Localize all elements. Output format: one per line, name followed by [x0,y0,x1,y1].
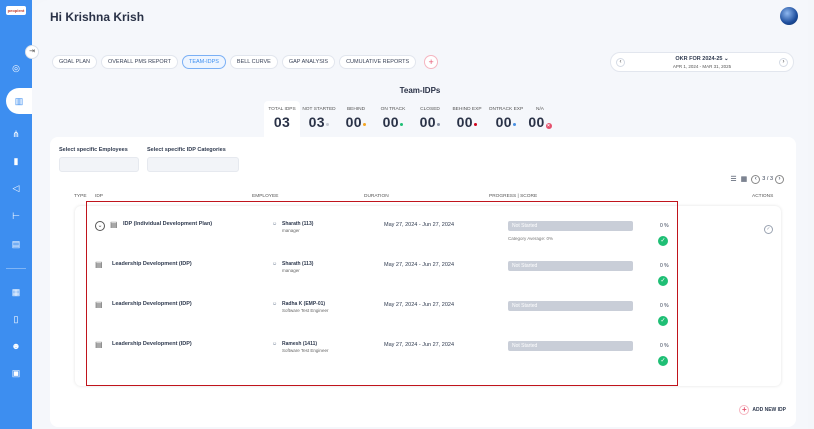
table-row[interactable]: ▤ Leadership Development (IDP) ☺ Sharath… [75,249,781,289]
page-indicator: 3 / 3 [762,176,773,182]
stat-na[interactable]: N/A 00 × [526,101,554,137]
nav-divider [6,268,26,269]
stat-total-idps[interactable]: TOTAL IDPS 03 [264,101,300,137]
next-page-button[interactable]: › [775,174,784,184]
document-icon: ▤ [110,220,118,229]
user-icon: ☺ [272,341,278,347]
add-new-idp-button[interactable]: + ADD NEW IDP [739,405,786,415]
action-check-icon[interactable]: ✓ [764,225,773,234]
col-duration: DURATION [364,194,389,199]
chevron-down-icon[interactable]: ⌄ [95,221,105,231]
section-title: Team-IDPs [399,86,441,95]
employees-filter-input[interactable] [59,157,139,172]
idp-panel: Select specific Employees Select specifi… [50,137,796,427]
progress-bar: Not Started [508,261,633,271]
tab-overall-pms-report[interactable]: OVERALL PMS REPORT [100,55,178,69]
stat-closed[interactable]: CLOSED 00 [412,101,448,137]
document-icon: ▤ [95,260,103,269]
stat-on-track[interactable]: ON TRACK 00 [374,101,412,137]
tree-icon[interactable]: ⊢ [10,210,22,222]
check-icon: ✓ [658,236,668,246]
chart-icon[interactable]: ▦ [10,286,22,298]
okr-range: APR 1, 2024 - MAR 31, 2025 [672,64,732,69]
nav-item-performance[interactable]: ▥ [6,88,34,114]
categories-filter-label: Select specific IDP Categories [147,147,226,153]
document-icon: ▤ [95,340,103,349]
table-header: TYPE IDP EMPLOYEE DURATION PROGRESS | SC… [50,194,796,202]
tab-cumulative-reports[interactable]: CUMULATIVE REPORTS [339,55,417,69]
report-tabs: GOAL PLAN OVERALL PMS REPORT TEAM-IDPS B… [52,55,439,69]
col-actions: ACTIONS [752,194,774,199]
main-area: Hi Krishna Krish GOAL PLAN OVERALL PMS R… [25,0,808,429]
avatar[interactable] [780,7,798,25]
add-tab-button[interactable]: + [424,55,439,69]
pagination: ‹ 3 / 3 › [751,174,784,184]
collapse-sidebar-button[interactable]: ⇥ [25,45,39,59]
view-controls: ☰ ▦ ‹ 3 / 3 › [730,173,784,185]
team-icon[interactable]: ☻ [10,340,22,352]
okr-title: OKR FOR 2024-25 ⌄ [675,56,729,62]
book-open-icon[interactable]: ▯ [10,313,22,325]
idp-stats: TOTAL IDPS 03 NOT STARTED 03 BEHIND 00 O… [264,101,554,137]
check-icon: ✓ [658,356,668,366]
user-icon: ☺ [272,301,278,307]
left-nav-rail: peoplent ◎ ▥ ⋔ ▮ ◁ ⊢ ▤ ▦ ▯ ☻ ▣ [0,0,34,429]
user-icon: ☺ [272,221,278,227]
megaphone-icon[interactable]: ◁ [10,182,22,194]
list-view-icon[interactable]: ☰ [730,175,736,183]
col-employee: EMPLOYEE [252,194,279,199]
stat-behind[interactable]: BEHIND 00 [338,101,374,137]
tab-bell-curve[interactable]: BELL CURVE [229,55,278,69]
user-icon: ☺ [272,261,278,267]
book-icon[interactable]: ▮ [10,155,22,167]
document-icon[interactable]: ▤ [10,238,22,250]
idp-table-body: ⌄ ▤ IDP (Individual Development Plan) ☺ … [75,206,781,386]
categories-filter-input[interactable] [147,157,239,172]
progress-bar: Not Started [508,221,633,231]
tab-goal-plan[interactable]: GOAL PLAN [52,55,97,69]
stat-not-started[interactable]: NOT STARTED 03 [300,101,338,137]
page-title: Hi Krishna Krish [50,10,145,24]
category-average: Category Average: 0% [508,236,553,241]
tab-gap-analysis[interactable]: GAP ANALYSIS [281,55,336,69]
chevron-right-icon[interactable]: › [779,58,788,67]
stat-ontrack-exp[interactable]: ONTRACK EXP 00 [486,101,526,137]
prev-page-button[interactable]: ‹ [751,174,761,184]
check-icon: ✓ [658,316,668,326]
col-type: TYPE [74,194,87,199]
dashboard-icon[interactable]: ◎ [10,62,22,74]
plus-icon: + [739,405,750,415]
progress-bar: Not Started [508,301,633,311]
building-icon: ▥ [14,96,24,106]
org-chart-icon[interactable]: ⋔ [10,128,22,140]
employees-filter-label: Select specific Employees [59,147,128,153]
brand-logo: peoplent [6,6,26,15]
document-icon: ▤ [95,300,103,309]
okr-period-selector[interactable]: ‹ OKR FOR 2024-25 ⌄ APR 1, 2024 - MAR 31… [610,52,794,72]
check-icon: ✓ [658,276,668,286]
table-row[interactable]: ⌄ ▤ IDP (Individual Development Plan) ☺ … [75,209,781,249]
col-progress: PROGRESS | SCORE [489,194,538,199]
progress-bar: Not Started [508,341,633,351]
tab-team-idps[interactable]: TEAM-IDPS [181,55,226,69]
stat-behind-exp[interactable]: BEHIND EXP 00 [448,101,486,137]
grid-view-icon[interactable]: ▦ [741,175,748,183]
table-row[interactable]: ▤ Leadership Development (IDP) ☺ Radha K… [75,289,781,329]
close-icon: × [545,123,552,129]
table-row[interactable]: ▤ Leadership Development (IDP) ☺ Ramesh … [75,329,781,369]
report-icon[interactable]: ▣ [10,367,22,379]
col-idp: IDP [95,194,103,199]
